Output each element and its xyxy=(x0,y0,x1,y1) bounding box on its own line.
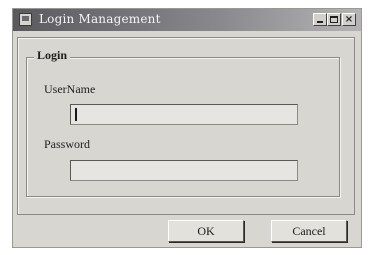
window-title: Login Management xyxy=(39,12,161,26)
minimize-button[interactable] xyxy=(313,13,327,26)
app-icon[interactable] xyxy=(19,13,32,26)
password-field[interactable] xyxy=(70,160,298,181)
title-bar[interactable]: Login Management × xyxy=(13,9,361,31)
maximize-icon xyxy=(330,16,338,23)
username-label: UserName xyxy=(44,82,96,96)
close-icon: × xyxy=(344,14,354,25)
login-group-title: Login xyxy=(34,48,71,63)
close-button[interactable]: × xyxy=(342,13,356,26)
cancel-button[interactable]: Cancel xyxy=(271,220,347,242)
ok-button[interactable]: OK xyxy=(168,220,244,242)
text-caret xyxy=(75,108,77,121)
username-field[interactable] xyxy=(70,104,298,125)
password-label: Password xyxy=(44,137,91,151)
maximize-button[interactable] xyxy=(327,13,341,26)
minimize-icon xyxy=(317,21,323,23)
